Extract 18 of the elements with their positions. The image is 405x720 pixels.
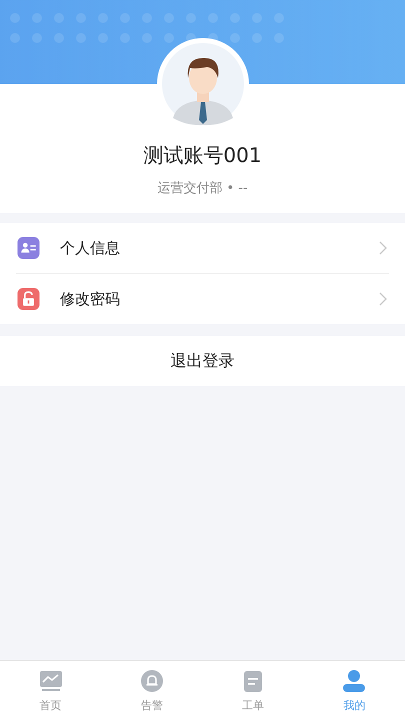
chevron-icon	[379, 241, 387, 255]
chart-icon	[38, 668, 63, 692]
user-icon	[342, 668, 366, 692]
bell-icon	[140, 668, 164, 692]
logout-button[interactable]: 退出登录	[0, 336, 405, 386]
chevron-icon	[379, 292, 387, 306]
tab-item[interactable]: 工单	[202, 661, 304, 720]
menu-label: 个人信息	[60, 238, 121, 258]
contact-card-icon	[16, 237, 41, 259]
lock-icon	[16, 288, 41, 310]
tab-item[interactable]: 我的	[304, 661, 405, 720]
menu-label: 修改密码	[60, 290, 121, 308]
department-text: 运营交付部 • --	[157, 180, 248, 197]
tab-item[interactable]: 告警	[101, 661, 202, 720]
menu-item[interactable]: 个人信息	[16, 223, 389, 274]
menu-item[interactable]: 修改密码	[16, 274, 389, 324]
tab-item[interactable]: 首页	[0, 661, 102, 720]
account-name: 测试账号001	[143, 142, 262, 169]
